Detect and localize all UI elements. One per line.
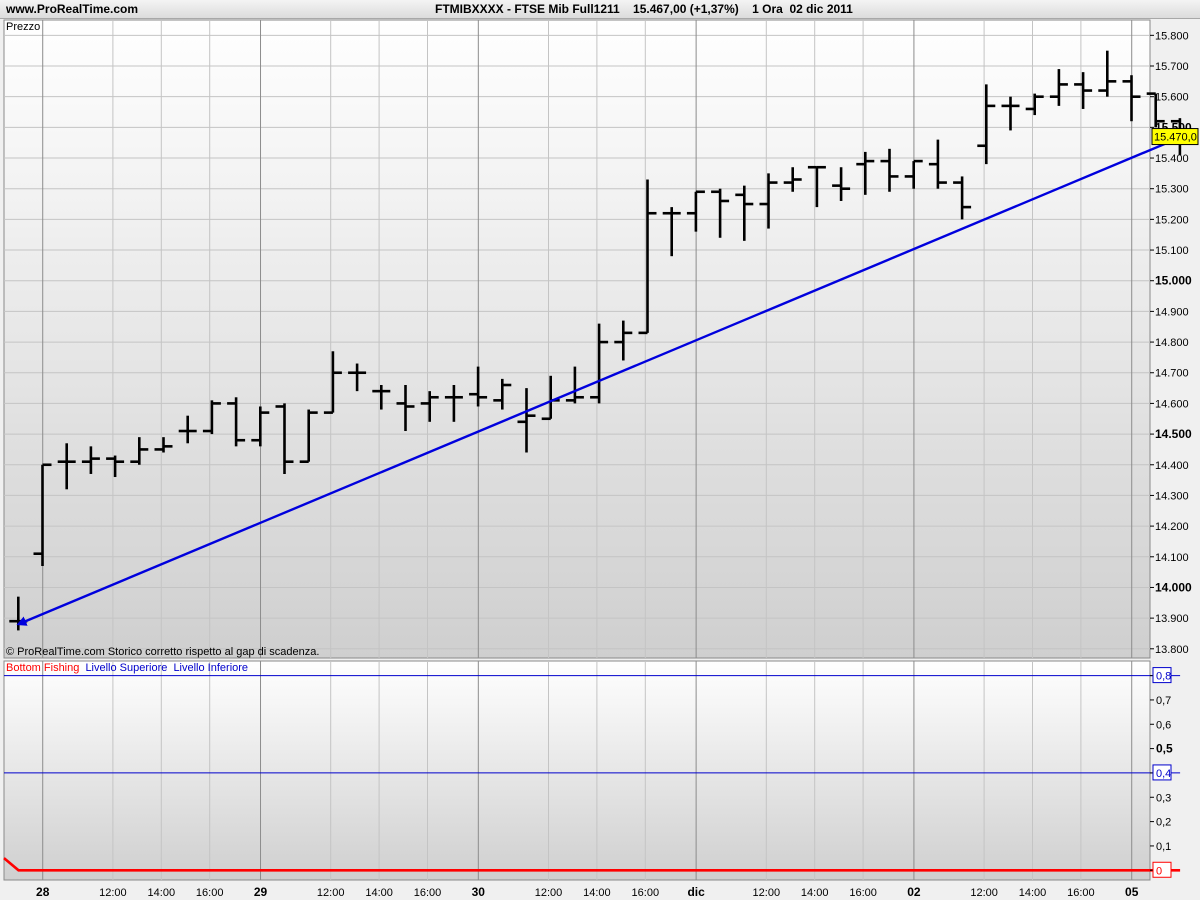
indicator-tick-label: 0,4: [1156, 768, 1171, 780]
price-tick-label: 15.000: [1155, 274, 1192, 288]
time-tick-label: 12:00: [99, 887, 127, 899]
time-tick-label: 05: [1125, 885, 1139, 899]
indicator-tick-label: 0,8: [1156, 671, 1171, 683]
indicator-tick-label: 0,3: [1156, 792, 1171, 804]
time-tick-label: 16:00: [414, 887, 442, 899]
indicator-legend: Bottom Fishing Livello Superiore Livello…: [6, 662, 248, 674]
price-tick-label: 14.600: [1155, 398, 1189, 410]
time-tick-label: 12:00: [317, 887, 345, 899]
indicator-plot-background: [3, 660, 1151, 881]
legend-bottom-fishing: Bottom Fishing: [6, 662, 79, 674]
price-tick-label: 14.300: [1155, 490, 1189, 502]
time-tick-label: 02: [907, 885, 921, 899]
time-tick-label: 14:00: [801, 887, 829, 899]
price-tick-label: 15.100: [1155, 245, 1189, 257]
price-tick-label: 13.800: [1155, 644, 1189, 656]
price-tick-label: 14.400: [1155, 460, 1189, 472]
time-axis: 28 12:00 14:00 16:00 29 12:00 14:00 16:00 30 12:0…: [36, 885, 1139, 899]
price-tick-label: 15.700: [1155, 61, 1189, 73]
time-tick-label: 12:00: [753, 887, 781, 899]
price-tick-label: 14.000: [1155, 580, 1192, 594]
time-tick-label: 29: [254, 885, 268, 899]
indicator-panel[interactable]: Bottom Fishing Livello Superiore Livello…: [3, 660, 1181, 881]
time-tick-label: 16:00: [1067, 887, 1095, 899]
price-panel[interactable]: Prezzo © ProRealTime.com Storico corrett…: [3, 19, 1189, 659]
time-tick-label: 16:00: [196, 887, 224, 899]
price-axis: 13.800 13.900 14.000 14.100 14.200 14.300 14.4…: [1150, 30, 1192, 656]
time-tick-label: dic: [687, 885, 705, 899]
price-tick-label: 14.800: [1155, 337, 1189, 349]
indicator-axis: 0 0,1 0,2 0,3 0,4 0,5 0,6 0,7 0,8: [1150, 667, 1173, 878]
time-tick-label: 14:00: [583, 887, 611, 899]
price-panel-label: Prezzo: [6, 21, 40, 33]
price-tick-label: 15.400: [1155, 153, 1189, 165]
price-tick-label: 13.900: [1155, 613, 1189, 625]
price-tick-label: 15.300: [1155, 184, 1189, 196]
price-tick-label: 14.200: [1155, 521, 1189, 533]
indicator-tick-label: 0: [1156, 865, 1162, 877]
price-plot-background: [3, 19, 1151, 659]
time-tick-label: 28: [36, 885, 50, 899]
time-tick-label: 12:00: [970, 887, 998, 899]
legend-upper-level: Livello Superiore: [85, 662, 167, 674]
legend-lower-level: Livello Inferiore: [173, 662, 248, 674]
indicator-tick-label: 0,1: [1156, 841, 1171, 853]
time-tick-label: 12:00: [535, 887, 563, 899]
footnote: © ProRealTime.com Storico corretto rispe…: [6, 646, 319, 658]
time-tick-label: 14:00: [1019, 887, 1047, 899]
last-price-label: 15.470,0: [1154, 132, 1197, 144]
price-tick-label: 15.600: [1155, 92, 1189, 104]
time-tick-label: 14:00: [365, 887, 393, 899]
last-price-tag: 15.470,0: [1151, 128, 1199, 146]
price-tick-label: 14.100: [1155, 552, 1189, 564]
price-tick-label: 14.700: [1155, 368, 1189, 380]
indicator-tick-label: 0,5: [1156, 742, 1173, 756]
price-tick-label: 15.200: [1155, 214, 1189, 226]
price-tick-label: 14.900: [1155, 306, 1189, 318]
indicator-tick-label: 0,2: [1156, 817, 1171, 829]
time-tick-label: 16:00: [632, 887, 660, 899]
indicator-tick-label: 0,6: [1156, 719, 1171, 731]
time-tick-label: 16:00: [849, 887, 877, 899]
chart-area: Prezzo © ProRealTime.com Storico corrett…: [3, 19, 1199, 899]
time-tick-label: 14:00: [148, 887, 176, 899]
price-tick-label: 14.500: [1155, 427, 1192, 441]
indicator-tick-label: 0,7: [1156, 695, 1171, 707]
time-tick-label: 30: [472, 885, 486, 899]
price-tick-label: 15.800: [1155, 30, 1189, 42]
